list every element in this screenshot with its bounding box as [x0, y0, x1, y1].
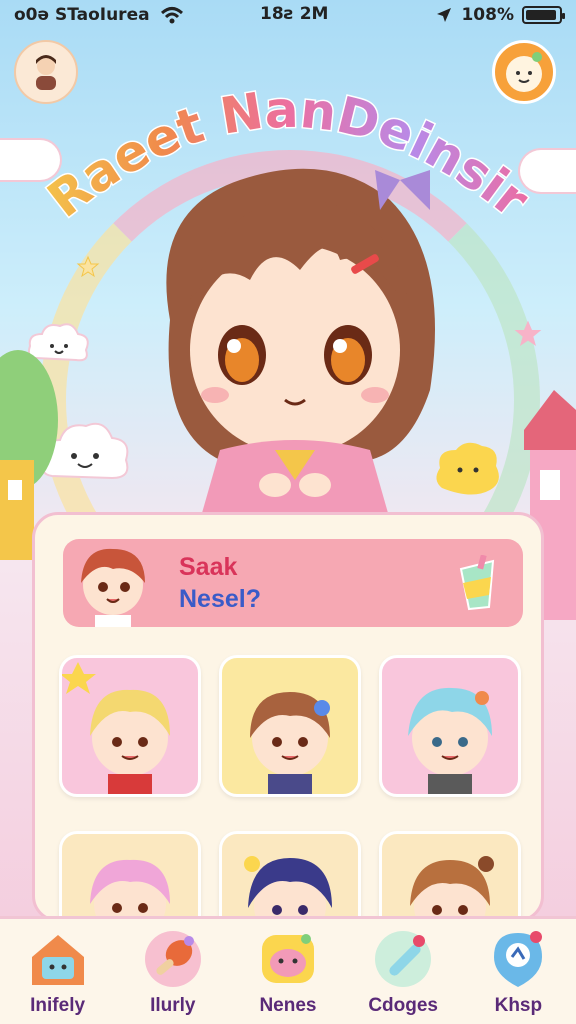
status-left: o0ə STaoIurea: [14, 5, 184, 25]
content-panel: Saak Nesel?: [32, 512, 544, 922]
nav-item-4[interactable]: Cdoges: [353, 927, 453, 1017]
meat-drumstick-icon: [144, 930, 201, 987]
nav-item-5[interactable]: Khsp: [468, 927, 568, 1017]
character-card-pink[interactable]: [59, 831, 201, 919]
character-portrait: [408, 687, 492, 794]
character-portrait: [410, 856, 494, 919]
nav-label: Ilurly: [150, 994, 196, 1016]
mascot-face-icon: [261, 933, 314, 983]
character-portrait: [60, 662, 170, 794]
nav-item-3[interactable]: Nenes: [238, 927, 338, 1017]
character-card-ponytail[interactable]: [379, 831, 521, 919]
character-portrait: [250, 692, 330, 794]
star-icon: [76, 255, 100, 278]
character-card-brown[interactable]: [219, 655, 361, 797]
nav-label: Nenes: [259, 994, 317, 1016]
nav-item-1[interactable]: Inifely: [8, 927, 108, 1017]
bottom-nav: Inifely Ilurly Nenes Cdoges Khsp: [0, 916, 576, 1024]
character-portrait: [90, 859, 170, 919]
pencil-tool-icon: [375, 930, 432, 987]
hero-character-illustration: [166, 168, 435, 520]
nav-label: Cdoges: [368, 994, 438, 1016]
chat-bubble-card[interactable]: Saak Nesel?: [63, 539, 523, 627]
star-icon: [514, 320, 542, 346]
drink-cup-icon[interactable]: [455, 555, 499, 611]
chat-line-2: Nesel?: [179, 585, 261, 613]
nav-item-2[interactable]: Ilurly: [123, 927, 223, 1017]
chat-avatar: [81, 548, 145, 627]
character-card-blue[interactable]: [379, 655, 521, 797]
battery-percent: 108%: [461, 5, 514, 25]
nav-label: Inifely: [30, 994, 86, 1016]
battery-icon: [522, 6, 565, 24]
status-right: 108%: [435, 5, 565, 25]
home-character-icon: [31, 934, 84, 985]
location-arrow-icon: [437, 8, 452, 22]
carrier-text: o0ə STaoIurea: [14, 5, 150, 25]
map-pin-icon: [494, 930, 543, 987]
chat-line-1: Saak: [179, 553, 238, 581]
status-time: 18ƨ 2M: [260, 4, 329, 24]
nav-label: Khsp: [494, 994, 543, 1016]
wifi-icon: [160, 7, 183, 24]
status-bar: o0ə STaoIurea 18ƨ 2M 108%: [0, 0, 576, 30]
character-portrait: [244, 856, 332, 919]
character-card-blonde[interactable]: [59, 655, 201, 797]
character-card-navy[interactable]: [219, 831, 361, 919]
